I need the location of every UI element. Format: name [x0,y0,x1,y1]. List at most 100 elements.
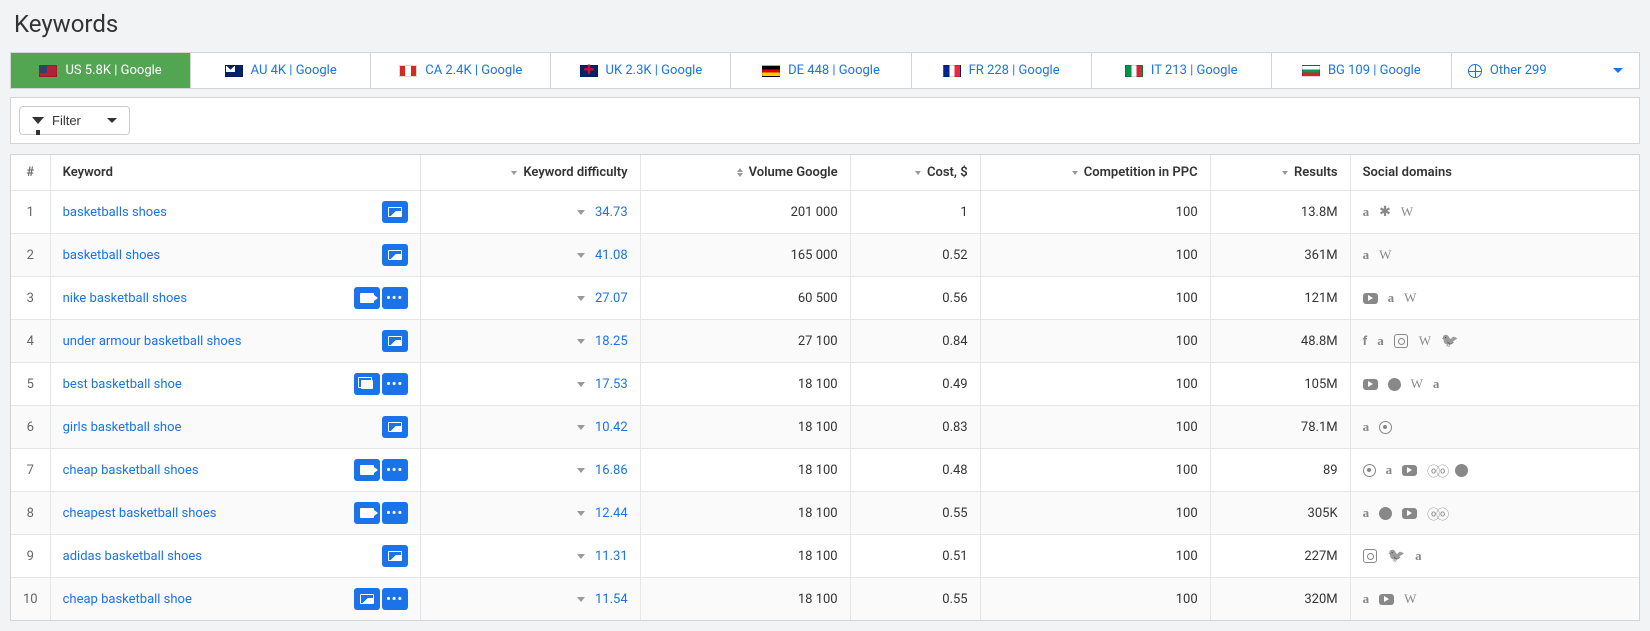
results-value: 48.8M [1210,320,1350,363]
image-action-button[interactable] [382,416,408,438]
amazon-icon: a [1363,204,1370,220]
image-icon [360,594,374,604]
globe-icon [1468,64,1482,78]
tab-bg[interactable]: BG 109 | Google [1272,53,1452,88]
tripadvisor-icon: ⓞⓞ [1427,504,1445,523]
tab-de[interactable]: DE 448 | Google [731,53,911,88]
expand-icon[interactable] [577,511,585,516]
expand-icon[interactable] [577,597,585,602]
keyword-link[interactable]: cheapest basketball shoes [63,506,217,521]
expand-icon[interactable] [577,253,585,258]
more-action-button[interactable]: ••• [382,588,408,610]
youtube-icon [1402,465,1417,476]
kd-value[interactable]: 10.42 [595,420,628,435]
amazon-icon: a [1363,591,1370,607]
more-action-button[interactable]: ••• [382,373,408,395]
col-header-cost[interactable]: Cost, $ [850,155,980,191]
keyword-link[interactable]: girls basketball shoe [63,420,182,435]
keyword-link[interactable]: basketball shoes [63,248,161,263]
competition-value: 100 [980,449,1210,492]
kd-value[interactable]: 16.86 [595,463,628,478]
col-header-kd[interactable]: Keyword difficulty [420,155,640,191]
expand-icon[interactable] [577,296,585,301]
tab-label: US 5.8K | Google [65,63,161,78]
col-header-volume[interactable]: Volume Google [640,155,850,191]
filter-button[interactable]: Filter [19,106,130,135]
col-header-results[interactable]: Results [1210,155,1350,191]
cost-value: 0.49 [850,363,980,406]
tab-uk[interactable]: UK 2.3K | Google [551,53,731,88]
amazon-icon: a [1388,290,1395,306]
social-icons-group: aW [1363,290,1627,306]
keyword-link[interactable]: best basketball shoe [63,377,182,392]
volume-value: 60 500 [640,277,850,320]
tab-au[interactable]: AU 4K | Google [191,53,371,88]
sort-desc-icon [1072,171,1078,175]
kd-value[interactable]: 18.25 [595,334,628,349]
twitter-icon: 🐦 [1388,548,1405,564]
image-action-button[interactable] [382,330,408,352]
social-icons-group: aW [1363,247,1627,263]
table-row: 2basketball shoes41.08165 0000.52100361M… [11,234,1639,277]
expand-icon[interactable] [577,339,585,344]
kd-value[interactable]: 17.53 [595,377,628,392]
kd-value[interactable]: 12.44 [595,506,628,521]
volume-value: 18 100 [640,535,850,578]
tab-globe[interactable]: Other 299 [1452,53,1639,88]
cards-action-button[interactable] [354,373,380,395]
competition-value: 100 [980,578,1210,621]
tab-ca[interactable]: CA 2.4K | Google [371,53,551,88]
expand-icon[interactable] [577,425,585,430]
expand-icon[interactable] [577,468,585,473]
amazon-icon: a [1363,505,1370,521]
flag-fr-icon [943,65,961,77]
tab-fr[interactable]: FR 228 | Google [912,53,1092,88]
col-header-number[interactable]: # [11,155,50,191]
pinterest-icon [1379,421,1392,434]
keyword-link[interactable]: adidas basketball shoes [63,549,202,564]
col-header-keyword[interactable]: Keyword [50,155,420,191]
tab-it[interactable]: IT 213 | Google [1092,53,1272,88]
kd-value[interactable]: 11.31 [595,549,628,564]
keyword-link[interactable]: nike basketball shoes [63,291,187,306]
video-action-button[interactable] [354,459,380,481]
image-action-button[interactable] [382,201,408,223]
more-action-button[interactable]: ••• [382,502,408,524]
image-action-button[interactable] [354,588,380,610]
keyword-link[interactable]: cheap basketball shoes [63,463,199,478]
wikipedia-icon: W [1404,591,1416,607]
expand-icon[interactable] [577,554,585,559]
results-value: 320M [1210,578,1350,621]
table-row: 9adidas basketball shoes11.3118 1000.511… [11,535,1639,578]
table-row: 7cheap basketball shoes•••16.8618 1000.4… [11,449,1639,492]
expand-icon[interactable] [577,210,585,215]
table-row: 10cheap basketball shoe•••11.5418 1000.5… [11,578,1639,621]
tab-us[interactable]: US 5.8K | Google [11,53,191,88]
instagram-icon [1363,549,1378,564]
tab-label: UK 2.3K | Google [606,63,703,78]
facebook-icon: f [1363,334,1368,349]
reddit-icon [1379,507,1392,520]
kd-value[interactable]: 41.08 [595,248,628,263]
keyword-link[interactable]: under armour basketball shoes [63,334,242,349]
image-action-button[interactable] [382,545,408,567]
more-action-button[interactable]: ••• [382,459,408,481]
tab-label: IT 213 | Google [1151,63,1238,78]
reddit-icon [1455,464,1468,477]
row-number: 6 [11,406,50,449]
flag-ca-icon [399,65,417,77]
keyword-link[interactable]: cheap basketball shoe [63,592,192,607]
expand-icon[interactable] [577,382,585,387]
keyword-link[interactable]: basketballs shoes [63,205,167,220]
wikipedia-icon: W [1379,247,1391,263]
competition-value: 100 [980,406,1210,449]
image-action-button[interactable] [382,244,408,266]
video-action-button[interactable] [354,502,380,524]
social-icons-group: a ⓞⓞ [1363,504,1627,523]
kd-value[interactable]: 27.07 [595,291,628,306]
video-action-button[interactable] [354,287,380,309]
more-action-button[interactable]: ••• [382,287,408,309]
col-header-competition[interactable]: Competition in PPC [980,155,1210,191]
kd-value[interactable]: 34.73 [595,205,628,220]
kd-value[interactable]: 11.54 [595,592,628,607]
